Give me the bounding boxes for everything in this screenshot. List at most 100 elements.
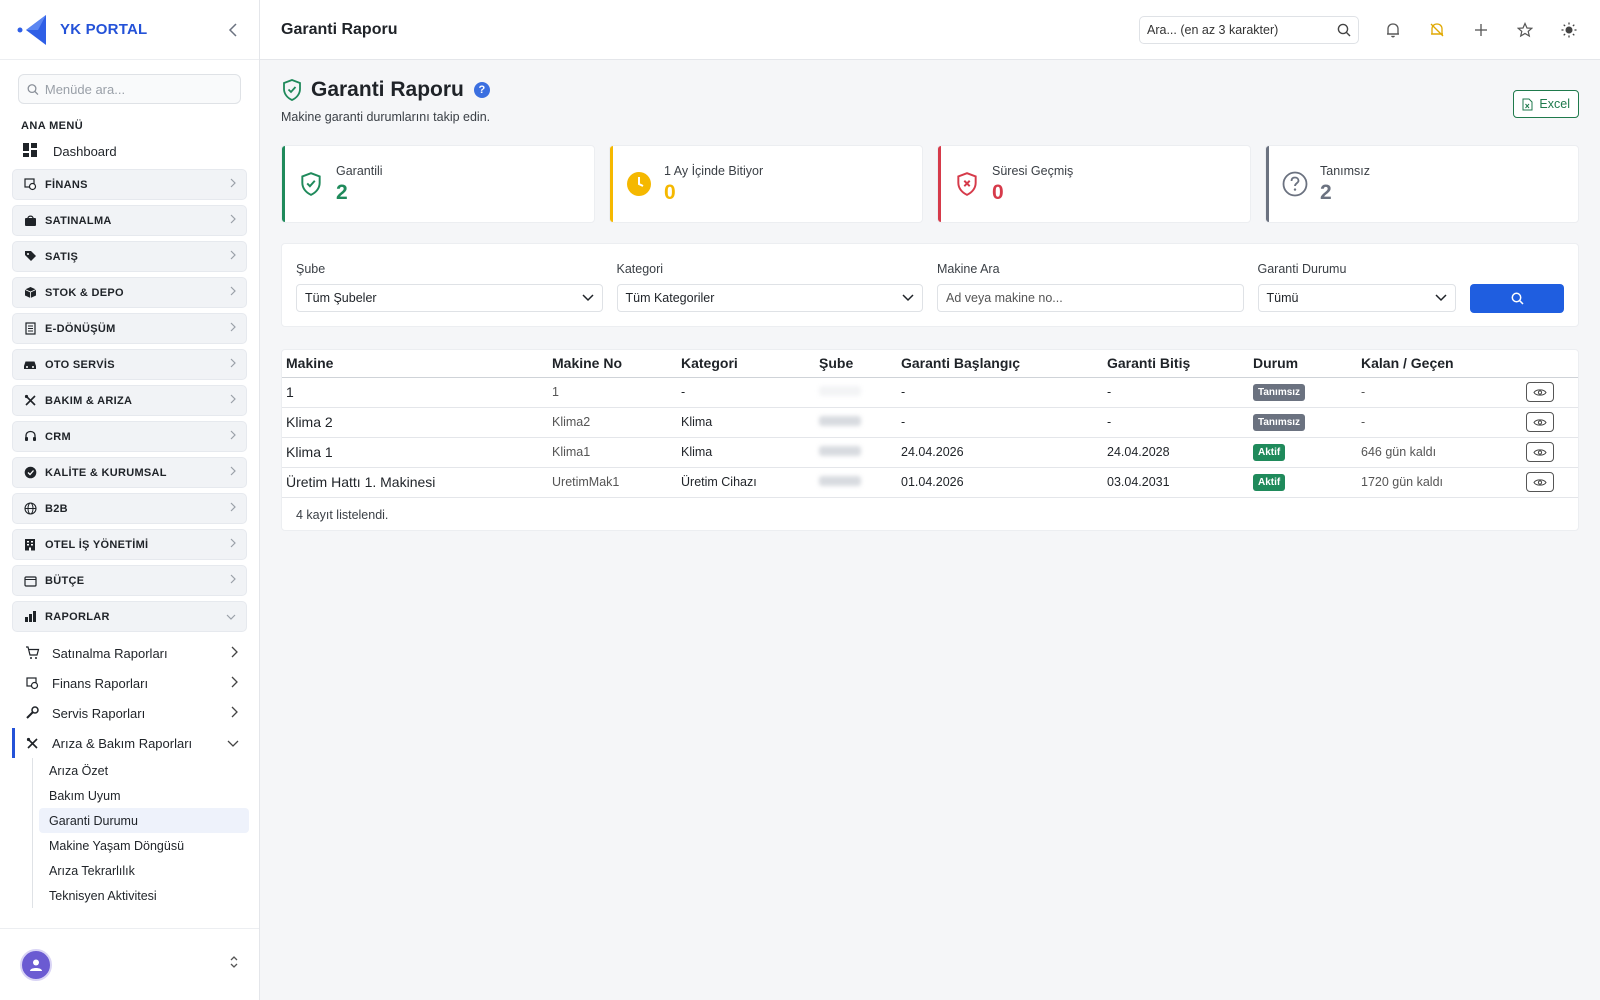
cell-machine-no: 1	[548, 377, 677, 408]
sidebar-item-dashboard[interactable]: Dashboard	[0, 138, 259, 164]
cell-end: -	[1103, 377, 1249, 408]
sidebar-report-item[interactable]: Satınalma Raporları	[12, 638, 247, 668]
globe-icon	[23, 502, 37, 516]
help-icon[interactable]: ?	[473, 82, 490, 98]
sidebar-group-satinalma[interactable]: SATINALMA	[12, 205, 247, 236]
status-select[interactable]: Tümü	[1257, 284, 1457, 312]
sidebar-report-label: Servis Raporları	[52, 705, 146, 721]
sidebar: YK PORTAL ANA MENÜ Dashboard FİNANS SATIN…	[0, 0, 260, 1000]
star-icon[interactable]	[1515, 20, 1535, 40]
col-header[interactable]: Garanti Bitiş	[1103, 350, 1249, 378]
sidebar-leaf-item[interactable]: Teknisyen Aktivitesi	[39, 883, 249, 908]
status-badge: Aktif	[1253, 443, 1286, 461]
status-value: Tümü	[1266, 291, 1299, 305]
cell-remaining: 1720 gün kaldı	[1357, 467, 1477, 498]
col-header[interactable]: Garanti Başlangıç	[897, 350, 1103, 378]
col-header[interactable]: Makine No	[548, 350, 677, 378]
sidebar-report-item[interactable]: Servis Raporları	[12, 698, 247, 728]
chevron-updown-icon[interactable]	[229, 955, 239, 974]
machine-search-field[interactable]	[937, 284, 1244, 312]
stat-value: 0	[664, 180, 676, 204]
sidebar-group-label: E-DÖNÜŞÜM	[45, 322, 116, 335]
category-label: Kategori	[616, 262, 664, 276]
chevron-right-icon	[230, 538, 236, 551]
machine-search-input[interactable]	[946, 291, 1235, 305]
sidebar-leaf-item[interactable]: Makine Yaşam Döngüsü	[39, 833, 249, 858]
sidebar-group-kali-te-kurumsal[interactable]: KALİTE & KURUMSAL	[12, 457, 247, 488]
stat-value: 2	[1320, 180, 1332, 204]
sidebar-group-raporlar[interactable]: RAPORLAR	[12, 601, 247, 632]
sidebar-group-fi-nans[interactable]: FİNANS	[12, 169, 247, 200]
sidebar-group-bakim-ariza[interactable]: BAKIM & ARIZA	[12, 385, 247, 416]
sidebar-leaf-item[interactable]: Garanti Durumu	[39, 808, 249, 833]
cell-machine: 1	[282, 377, 548, 408]
sidebar-group-satiş[interactable]: SATIŞ	[12, 241, 247, 272]
sidebar-report-item[interactable]: Finans Raporları	[12, 668, 247, 698]
sidebar-group-b2b[interactable]: B2B	[12, 493, 247, 524]
sidebar-group-stok-depo[interactable]: STOK & DEPO	[12, 277, 247, 308]
category-select[interactable]: Tüm Kategoriler	[616, 284, 923, 312]
sun-icon[interactable]	[1559, 20, 1579, 40]
stat-card-expiring: 1 Ay İçinde Bitiyor 0	[609, 145, 923, 223]
cell-category: Üretim Cihazı	[677, 467, 815, 498]
cell-start: -	[897, 377, 1103, 408]
tools-icon	[23, 394, 37, 408]
col-header[interactable]: Makine	[282, 350, 548, 378]
cell-status: Aktif	[1249, 467, 1357, 498]
category-filter: Kategori Tüm Kategoriler	[616, 262, 923, 312]
search-icon[interactable]	[1337, 23, 1351, 37]
global-search[interactable]	[1139, 15, 1359, 44]
status-badge: Tanımsız	[1253, 413, 1306, 431]
bell-icon[interactable]	[1383, 20, 1403, 40]
view-button[interactable]	[1526, 472, 1554, 492]
view-button[interactable]	[1526, 382, 1554, 402]
table-row: 1 1- - - Tanımsız -	[282, 377, 1578, 408]
file-excel-icon	[1522, 98, 1533, 110]
cell-remaining: 646 gün kaldı	[1357, 437, 1477, 468]
sidebar-item-label: Dashboard	[53, 143, 117, 159]
user-footer[interactable]	[0, 928, 259, 1000]
filter-search-button[interactable]	[1470, 284, 1565, 313]
chevron-left-icon	[228, 22, 237, 37]
sidebar-group-bütçe[interactable]: BÜTÇE	[12, 565, 247, 596]
chevron-right-icon	[230, 502, 236, 515]
view-button[interactable]	[1526, 412, 1554, 432]
sidebar-leaf-item[interactable]: Bakım Uyum	[39, 783, 249, 808]
sidebar-group-crm[interactable]: CRM	[12, 421, 247, 452]
excel-label: Excel	[1539, 97, 1570, 111]
view-button[interactable]	[1526, 442, 1554, 462]
redacted-branch	[819, 446, 861, 456]
eye-icon	[1533, 448, 1547, 456]
sidebar-group-e-dönüşüm[interactable]: E-DÖNÜŞÜM	[12, 313, 247, 344]
redacted-branch	[819, 476, 861, 486]
cell-machine-no: UretimMak1	[548, 467, 677, 498]
tools-icon	[24, 737, 40, 750]
page-title: Garanti Raporu ?	[281, 78, 490, 102]
excel-export-button[interactable]: Excel	[1513, 90, 1579, 118]
table-row: Klima 1 Klima1 Klima 24.04.2026 24.04.2028 Ak…	[282, 437, 1578, 468]
sidebar-leaf-item[interactable]: Arıza Özet	[39, 758, 249, 783]
topbar-title: Garanti Raporu	[281, 20, 398, 38]
col-header[interactable]: Şube	[815, 350, 897, 378]
sidebar-leaf-item[interactable]: Arıza Tekrarlılık	[39, 858, 249, 883]
shield-x-icon	[954, 171, 980, 197]
avatar[interactable]	[20, 948, 52, 981]
plus-icon[interactable]	[1471, 20, 1491, 40]
stat-label: Garantili	[336, 163, 383, 178]
menu-search-input[interactable]	[44, 81, 232, 97]
col-header[interactable]: Kategori	[677, 350, 815, 378]
col-header[interactable]: Durum	[1249, 350, 1357, 378]
cell-remaining: -	[1357, 377, 1477, 408]
sidebar-report-item[interactable]: Arıza & Bakım Raporları	[12, 728, 247, 758]
global-search-input[interactable]	[1147, 22, 1337, 37]
bell-off-icon[interactable]	[1427, 20, 1447, 40]
menu-search[interactable]	[18, 74, 241, 104]
sidebar-group-oto-servi-s[interactable]: OTO SERVİS	[12, 349, 247, 380]
collapse-sidebar-button[interactable]	[223, 20, 243, 40]
sidebar-group-label: OTEL İŞ YÖNETİMİ	[45, 538, 149, 551]
col-header[interactable]: Kalan / Geçen	[1357, 350, 1477, 378]
branch-select[interactable]: Tüm Şubeler	[296, 284, 603, 312]
main-content: Garanti Raporu ? Makine garanti durumlar…	[281, 60, 1579, 531]
status-badge: Aktif	[1253, 473, 1286, 491]
sidebar-group-otel-i-ş-yöneti-mi-[interactable]: OTEL İŞ YÖNETİMİ	[12, 529, 247, 560]
